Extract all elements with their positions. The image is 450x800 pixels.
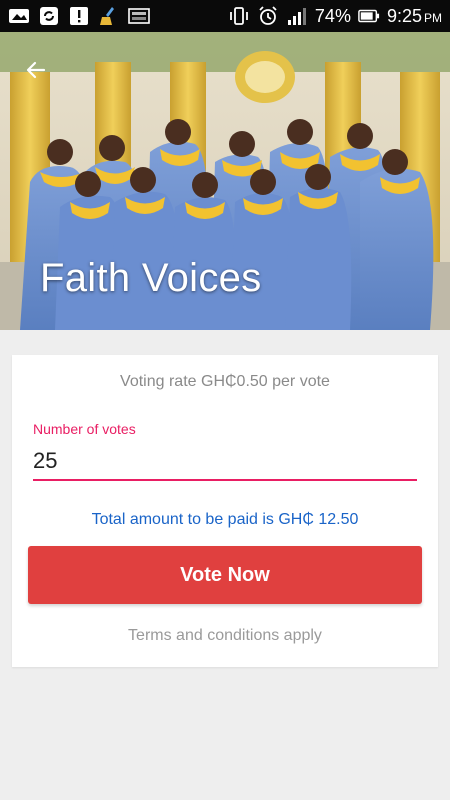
system-status: 74% 9:25 PM [228,6,442,27]
total-amount-text: Total amount to be paid is GH₵ 12.50 [91,511,359,528]
voting-rate-text: Voting rate GH₵0.50 per vote [120,373,330,390]
contestant-title: Faith Voices [40,256,262,300]
terms-text[interactable]: Terms and conditions apply [12,627,438,645]
vote-now-button[interactable]: Vote Now [28,546,422,604]
gallery-icon [8,6,30,26]
battery-icon [358,6,380,26]
votes-input[interactable] [33,447,417,481]
clock: 9:25 PM [387,6,442,27]
back-button[interactable] [18,52,54,88]
image-icon [128,6,150,26]
vibrate-icon [228,6,250,26]
clock-time: 9:25 [386,5,422,26]
battery-percent: 74% [314,5,351,26]
hero-banner: Faith Voices [0,32,450,330]
alert-icon [68,6,90,26]
cleaner-icon [98,6,120,26]
back-arrow-icon [26,61,46,79]
signal-icon [286,6,308,26]
votes-field-label: Number of votes [33,421,136,437]
vote-card: Voting rate GH₵0.50 per vote Number of v… [12,355,438,667]
alarm-icon [257,6,279,26]
clock-suffix: PM [424,10,442,25]
notification-icons [8,6,150,26]
sync-icon [38,6,60,26]
status-bar: 74% 9:25 PM [0,0,450,32]
